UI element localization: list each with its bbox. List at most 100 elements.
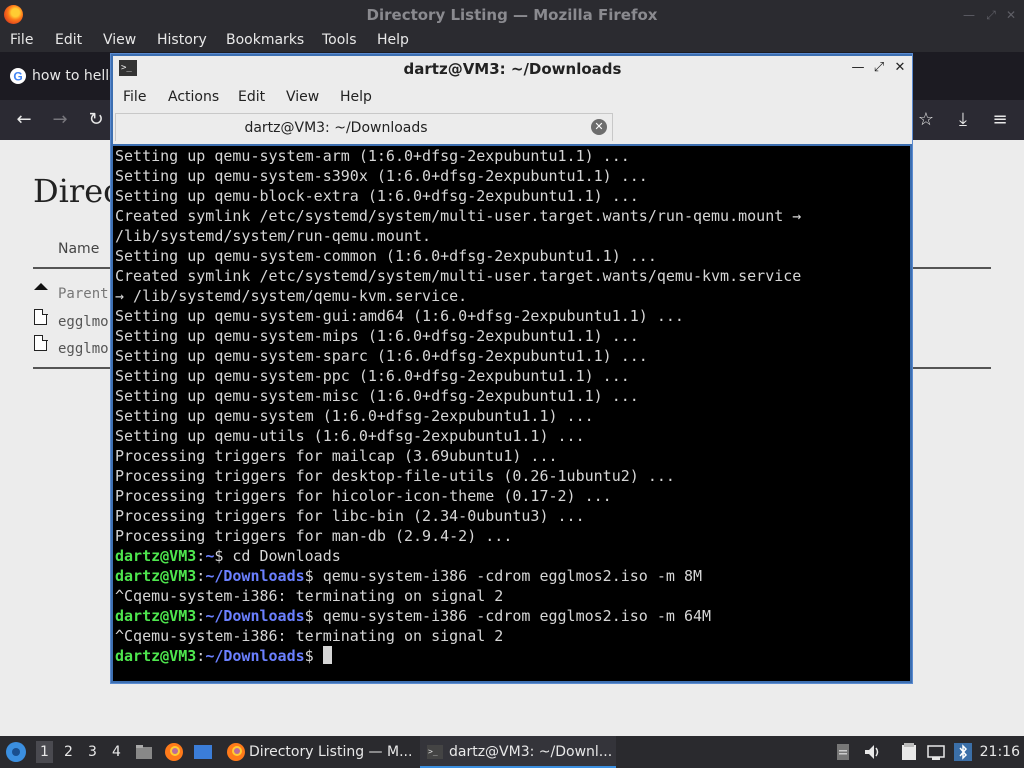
terminal-output-line: /lib/systemd/system/run-qemu.mount. — [115, 227, 432, 245]
bookmark-star-icon[interactable]: ☆ — [914, 108, 938, 132]
app-menu-icon[interactable]: ≡ — [988, 108, 1012, 132]
file-icon — [34, 334, 48, 351]
firefox-icon — [227, 743, 245, 761]
start-menu-icon[interactable] — [6, 742, 26, 762]
minimize-icon[interactable]: — — [962, 8, 976, 22]
task-terminal-label: dartz@VM3: ~/Downl... — [449, 744, 613, 760]
workspace-2[interactable]: 2 — [64, 744, 73, 760]
terminal-output-line: Setting up qemu-system-s390x (1:6.0+dfsg… — [115, 167, 648, 185]
terminal-output-line: ^Cqemu-system-i386: terminating on signa… — [115, 587, 504, 605]
menu-history[interactable]: History — [157, 32, 207, 48]
terminal-output-line: Setting up qemu-system-ppc (1:6.0+dfsg-2… — [115, 367, 630, 385]
terminal-output-line: Processing triggers for mailcap (3.69ubu… — [115, 447, 558, 465]
terminal-menu-view[interactable]: View — [286, 89, 319, 105]
prompt-line: dartz@VM3:~/Downloads$ qemu-system-i386 … — [115, 606, 910, 626]
firefox-window-title: Directory Listing — Mozilla Firefox — [366, 6, 658, 24]
terminal-tab[interactable]: dartz@VM3: ~/Downloads ✕ — [115, 113, 613, 141]
clipboard-icon[interactable] — [833, 742, 853, 762]
maximize-icon[interactable]: ⤢ — [984, 8, 998, 22]
menu-help[interactable]: Help — [377, 32, 409, 48]
workspace-1[interactable]: 1 — [36, 741, 53, 763]
prompt-separator: : — [196, 607, 206, 625]
page-title: Direc — [33, 172, 122, 210]
volume-icon[interactable] — [862, 742, 882, 762]
prompt-user: dartz@VM3 — [115, 647, 197, 665]
terminal-menu-actions[interactable]: Actions — [168, 89, 219, 105]
prompt-line: dartz@VM3:~$ cd Downloads — [115, 546, 910, 566]
menu-view[interactable]: View — [103, 32, 136, 48]
bluetooth-icon[interactable] — [953, 742, 973, 762]
terminal-menu-file[interactable]: File — [123, 89, 146, 105]
terminal-cursor — [322, 646, 332, 664]
notes-icon[interactable] — [899, 742, 919, 762]
tab-label[interactable]: how to hello — [32, 68, 118, 84]
name-column-header[interactable]: Name — [58, 241, 99, 257]
task-terminal[interactable]: >_ dartz@VM3: ~/Downl... — [420, 736, 616, 768]
terminal-output-line: Processing triggers for libc-bin (2.34-0… — [115, 507, 585, 525]
minimize-icon[interactable]: — — [850, 60, 866, 76]
prompt-separator: : — [196, 547, 206, 565]
terminal-output-line: Setting up qemu-system (1:6.0+dfsg-2expu… — [115, 407, 594, 425]
terminal-window-title: dartz@VM3: ~/Downloads — [403, 60, 622, 78]
prompt-directory: ~ — [205, 547, 215, 565]
terminal-output-line: → /lib/systemd/system/qemu-kvm.service. — [115, 287, 468, 305]
terminal-menubar: File Actions Edit View Help — [113, 82, 912, 112]
firefox-titlebar: Directory Listing — Mozilla Firefox — ⤢ … — [0, 0, 1024, 30]
forward-icon[interactable]: → — [48, 108, 72, 132]
network-icon[interactable] — [926, 742, 946, 762]
back-icon[interactable]: ← — [12, 108, 36, 132]
menu-tools[interactable]: Tools — [322, 32, 357, 48]
task-firefox[interactable]: Directory Listing — M... — [222, 736, 418, 768]
terminal-output-line: Setting up qemu-utils (1:6.0+dfsg-2expub… — [115, 427, 585, 445]
menu-file[interactable]: File — [10, 32, 33, 48]
firefox-launcher-icon[interactable] — [164, 742, 184, 762]
maximize-icon[interactable]: ⤢ — [871, 60, 887, 76]
menu-bookmarks[interactable]: Bookmarks — [226, 32, 304, 48]
prompt-directory: ~/Downloads — [205, 647, 305, 665]
terminal-lines: Setting up qemu-system-arm (1:6.0+dfsg-2… — [115, 146, 910, 666]
close-icon[interactable]: ✕ — [1004, 8, 1018, 22]
file-link[interactable]: egglmo — [58, 314, 109, 330]
prompt-symbol: $ — [214, 547, 233, 565]
clock[interactable]: 21:16 — [980, 744, 1020, 760]
file-link[interactable]: egglmo — [58, 341, 109, 357]
workspace-4[interactable]: 4 — [112, 744, 121, 760]
prompt-line: dartz@VM3:~/Downloads$ qemu-system-i386 … — [115, 566, 910, 586]
terminal-output-line: Setting up qemu-system-misc (1:6.0+dfsg-… — [115, 387, 639, 405]
terminal-output-line: Created symlink /etc/systemd/system/mult… — [115, 267, 802, 285]
prompt-symbol: $ — [304, 567, 323, 585]
terminal-titlebar[interactable]: >_ dartz@VM3: ~/Downloads — ⤢ ✕ — [113, 56, 912, 82]
terminal-icon: >_ — [427, 745, 443, 759]
file-manager-icon[interactable] — [134, 742, 154, 762]
terminal-output[interactable]: Setting up qemu-system-arm (1:6.0+dfsg-2… — [113, 146, 910, 681]
terminal-output-line: Setting up qemu-system-arm (1:6.0+dfsg-2… — [115, 147, 630, 165]
prompt-user: dartz@VM3 — [115, 607, 197, 625]
terminal-output-line: Processing triggers for hicolor-icon-the… — [115, 487, 612, 505]
taskbar: 1 2 3 4 Directory Listing — M... >_ dart… — [0, 736, 1024, 768]
terminal-menu-help[interactable]: Help — [340, 89, 372, 105]
prompt-symbol: $ — [304, 607, 323, 625]
terminal-output-line: Setting up qemu-system-sparc (1:6.0+dfsg… — [115, 347, 648, 365]
terminal-tab-label: dartz@VM3: ~/Downloads — [244, 120, 428, 136]
download-icon[interactable]: ⤓ — [951, 108, 975, 132]
tab-close-icon[interactable]: ✕ — [591, 119, 607, 135]
prompt-user: dartz@VM3 — [115, 547, 197, 565]
prompt-separator: : — [196, 567, 206, 585]
reload-icon[interactable]: ↻ — [84, 108, 108, 132]
terminal-output-line: Setting up qemu-block-extra (1:6.0+dfsg-… — [115, 187, 639, 205]
svg-text:G: G — [13, 70, 22, 84]
desktop-icon[interactable] — [193, 742, 213, 762]
menu-edit[interactable]: Edit — [55, 32, 82, 48]
google-icon: G — [10, 68, 26, 84]
file-icon — [34, 308, 48, 325]
close-icon[interactable]: ✕ — [892, 60, 908, 76]
terminal-window[interactable]: >_ dartz@VM3: ~/Downloads — ⤢ ✕ File Act… — [110, 53, 913, 684]
terminal-output-line: Processing triggers for desktop-file-uti… — [115, 467, 675, 485]
prompt-line: dartz@VM3:~/Downloads$ — [115, 646, 910, 666]
parent-directory-link[interactable]: Parent — [58, 286, 109, 302]
workspace-3[interactable]: 3 — [88, 744, 97, 760]
prompt-directory: ~/Downloads — [205, 607, 305, 625]
firefox-menubar: File Edit View History Bookmarks Tools H… — [0, 30, 1024, 52]
terminal-menu-edit[interactable]: Edit — [238, 89, 265, 105]
terminal-output-line: Setting up qemu-system-common (1:6.0+dfs… — [115, 247, 657, 265]
